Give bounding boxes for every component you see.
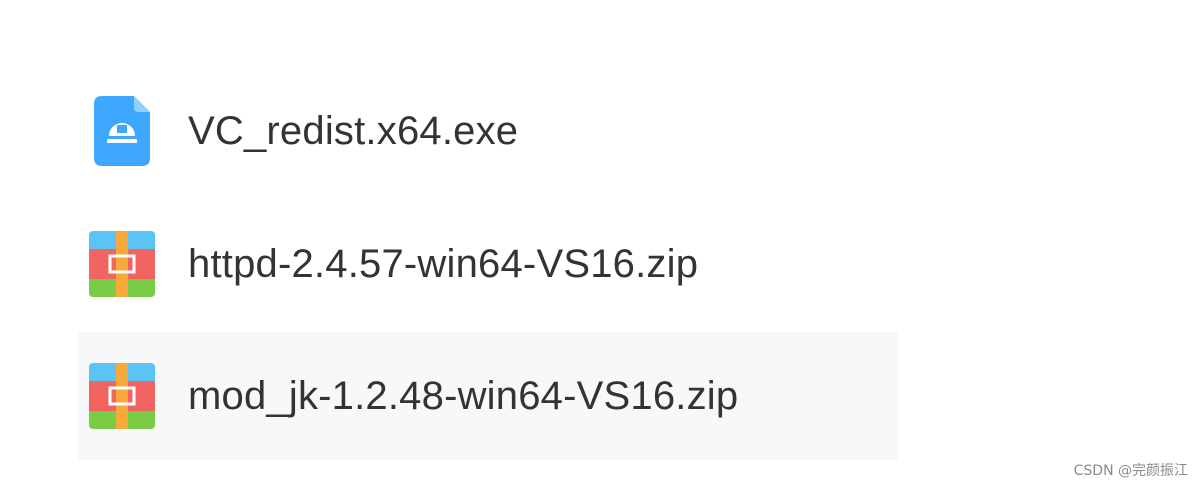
file-name: httpd-2.4.57-win64-VS16.zip xyxy=(188,241,699,286)
file-name: VC_redist.x64.exe xyxy=(188,108,519,153)
file-list: VC_redist.x64.exe httpd-2.4.57-win64-VS1… xyxy=(78,66,898,460)
zip-archive-icon xyxy=(88,362,156,430)
zip-archive-icon xyxy=(88,230,156,298)
watermark: CSDN @完颜振江 xyxy=(1073,463,1188,479)
file-row-mod-jk[interactable]: mod_jk-1.2.48-win64-VS16.zip xyxy=(78,332,898,460)
installer-file-icon xyxy=(88,96,156,166)
file-row-httpd[interactable]: httpd-2.4.57-win64-VS16.zip xyxy=(78,196,898,332)
file-row-vc-redist[interactable]: VC_redist.x64.exe xyxy=(78,66,898,196)
file-name: mod_jk-1.2.48-win64-VS16.zip xyxy=(188,373,739,418)
